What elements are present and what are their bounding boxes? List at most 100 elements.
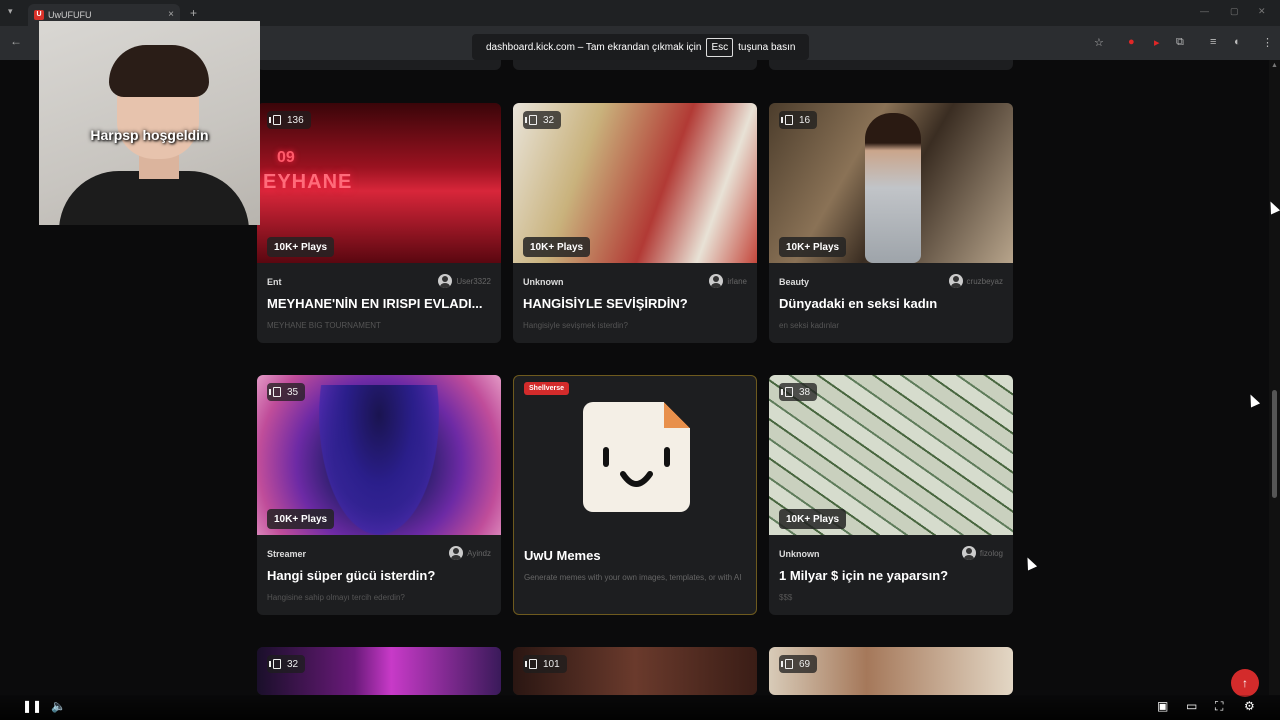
cards-icon: [525, 115, 537, 125]
webcam-overlay-text: Harpsp hoşgeldin: [90, 127, 209, 143]
quiz-card[interactable]: 69: [769, 647, 1013, 695]
card-title: HANGİSİYLE SEVİŞİRDİN?: [523, 296, 688, 311]
video-player-controls: ❚❚ 🔈 ▣ ▭ ⛶ ⚙: [0, 695, 1280, 720]
back-icon[interactable]: ←: [10, 34, 22, 48]
author-name: irlane: [727, 276, 747, 286]
card-title: UwU Memes: [524, 548, 601, 563]
user-avatar-icon: [709, 274, 724, 288]
card-title: Dünyadaki en seksi kadın: [779, 296, 938, 311]
scroll-up-arrow-icon[interactable]: ▲: [1271, 62, 1278, 69]
card-description: $$$: [779, 593, 793, 602]
pause-icon[interactable]: ❚❚: [22, 699, 42, 713]
volume-icon[interactable]: 🔈: [51, 699, 66, 713]
user-avatar-icon: [948, 274, 963, 288]
profile-avatar-icon[interactable]: ◐: [1234, 36, 1241, 48]
item-count: 32: [287, 658, 299, 670]
bookmark-star-icon[interactable]: ☆: [1094, 36, 1104, 49]
mouse-cursor-icon: [1022, 555, 1038, 571]
webcam-overlay: Harpsp hoşgeldin: [39, 21, 260, 225]
cards-icon: [781, 659, 793, 669]
card-author[interactable]: User3322: [438, 274, 491, 288]
scroll-to-top-button[interactable]: ↑: [1231, 669, 1259, 697]
browser-menu-icon[interactable]: ⋮: [1262, 36, 1273, 49]
card-category: Ent: [267, 277, 282, 287]
quiz-card[interactable]: 09 EYHANE 136 10K+ Plays Ent User3322 ME…: [257, 103, 501, 343]
quiz-card[interactable]: 101: [513, 647, 757, 695]
card-author[interactable]: irlane: [709, 274, 747, 288]
scrollbar-thumb[interactable]: [1272, 390, 1277, 498]
cards-icon: [269, 659, 281, 669]
author-name: fizolog: [979, 548, 1003, 558]
arrow-up-icon: ↑: [1242, 676, 1248, 690]
webcam-person-shirt: [59, 171, 249, 225]
card-author[interactable]: cruzbeyaz: [948, 274, 1003, 288]
plays-badge: 10K+ Plays: [267, 509, 335, 529]
fullscreen-icon[interactable]: ⛶: [1215, 699, 1223, 714]
author-name: Ayindz: [467, 548, 491, 558]
cards-icon: [525, 659, 537, 669]
author-name: cruzbeyaz: [966, 276, 1003, 286]
previous-card[interactable]: [513, 60, 757, 70]
extensions-puzzle-icon[interactable]: ⧉: [1176, 36, 1184, 49]
previous-card[interactable]: [769, 60, 1013, 70]
new-tab-icon[interactable]: +: [190, 6, 197, 20]
quiz-card[interactable]: 32: [257, 647, 501, 695]
thumbnail-figure: [319, 385, 439, 535]
maximize-icon[interactable]: ▢: [1230, 6, 1239, 17]
cards-icon: [269, 115, 281, 125]
quiz-card[interactable]: 16 10K+ Plays Beauty cruzbeyaz Dünyadaki…: [769, 103, 1013, 343]
card-author[interactable]: fizolog: [961, 546, 1003, 560]
webcam-person-hair: [109, 45, 209, 97]
mouse-cursor-icon: [1245, 392, 1261, 408]
tab-title: UwUFUFU: [48, 10, 92, 20]
plays-badge: 10K+ Plays: [523, 237, 591, 257]
item-count-badge: 38: [779, 383, 818, 401]
thumbnail-sign-text: EYHANE: [263, 171, 353, 193]
plays-badge: 10K+ Plays: [267, 237, 335, 257]
uwu-memes-card[interactable]: Shellverse UwU Memes Generate memes with…: [513, 375, 757, 615]
fullscreen-notice: dashboard.kick.com – Tam ekrandan çıkmak…: [472, 34, 810, 60]
uwu-face-icon: [603, 447, 670, 487]
close-window-icon[interactable]: ✕: [1258, 6, 1266, 17]
item-count-badge: 16: [779, 111, 818, 129]
item-count: 69: [799, 658, 811, 670]
card-description: MEYHANE BIG TOURNAMENT: [267, 321, 381, 330]
item-count: 16: [799, 114, 811, 126]
quiz-card[interactable]: 32 10K+ Plays Unknown irlane HANGİSİYLE …: [513, 103, 757, 343]
previous-card[interactable]: [257, 60, 501, 70]
page-scrollbar[interactable]: ▲: [1269, 60, 1280, 695]
miniplayer-icon[interactable]: ▣: [1157, 699, 1168, 713]
item-count-badge: 136: [267, 111, 311, 129]
minimize-icon[interactable]: —: [1200, 6, 1209, 16]
sidebar-icon[interactable]: ≡: [1210, 36, 1216, 48]
item-count: 32: [543, 114, 555, 126]
quiz-card[interactable]: 35 10K+ Plays Streamer Ayindz Hangi süpe…: [257, 375, 501, 615]
theater-mode-icon[interactable]: ▭: [1186, 699, 1197, 713]
plays-badge: 10K+ Plays: [779, 237, 847, 257]
card-title: MEYHANE'NİN EN IRISPI EVLADI...: [267, 296, 483, 311]
thumbnail-sign-number: 09: [277, 149, 295, 166]
item-count: 35: [287, 386, 299, 398]
item-count-badge: 101: [523, 655, 567, 673]
extension-play-icon[interactable]: ▸: [1154, 36, 1160, 49]
extension-record-icon[interactable]: ●: [1128, 36, 1135, 48]
thumbnail-figure: [865, 113, 921, 263]
item-count-badge: 32: [523, 111, 562, 129]
item-count: 38: [799, 386, 811, 398]
item-count-badge: 32: [267, 655, 306, 673]
card-author[interactable]: Ayindz: [449, 546, 491, 560]
new-badge: Shellverse: [524, 382, 570, 395]
card-category: Unknown: [523, 277, 564, 287]
cards-icon: [781, 387, 793, 397]
tab-search-icon[interactable]: ▾: [8, 6, 13, 17]
card-category: Streamer: [267, 549, 307, 559]
card-category: Unknown: [779, 549, 820, 559]
cards-icon: [781, 115, 793, 125]
card-description: Hangisiyle sevişmek isterdin?: [523, 321, 628, 330]
user-avatar-icon: [438, 274, 453, 288]
settings-gear-icon[interactable]: ⚙: [1244, 699, 1255, 713]
esc-key: Esc: [706, 37, 734, 57]
item-count: 101: [543, 658, 560, 670]
close-tab-icon[interactable]: ×: [168, 9, 174, 20]
quiz-card[interactable]: 38 10K+ Plays Unknown fizolog 1 Milyar $…: [769, 375, 1013, 615]
